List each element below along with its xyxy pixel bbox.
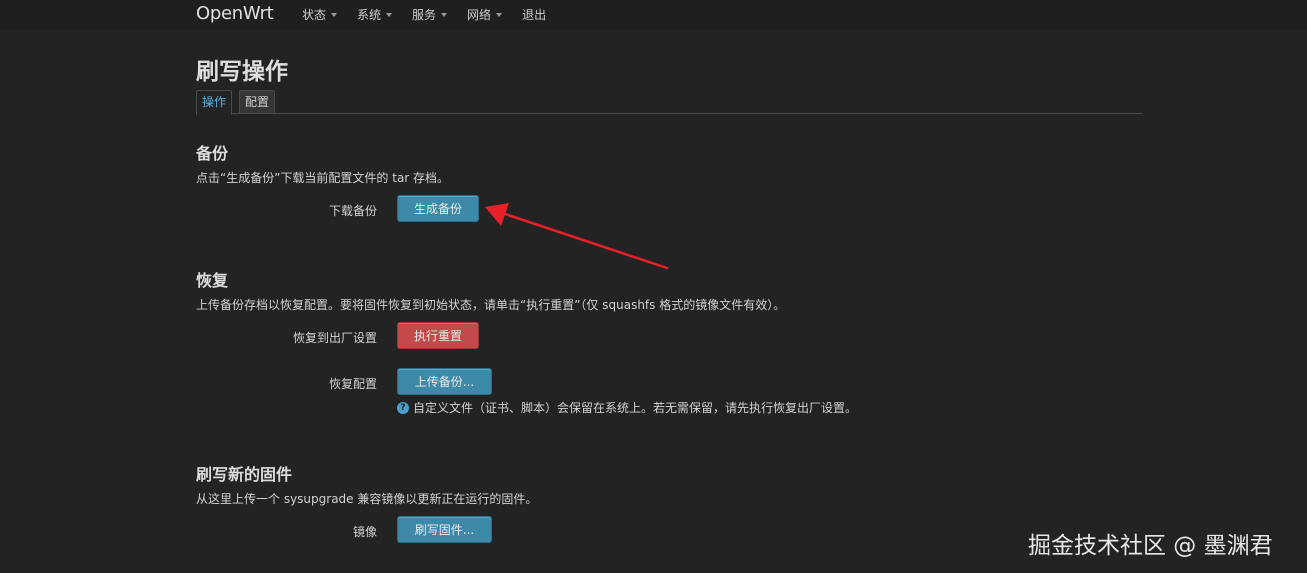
nav-item-label: 状态 bbox=[302, 8, 327, 22]
generate-backup-button[interactable]: 生成备份 bbox=[397, 195, 479, 222]
backup-description: 点击“生成备份”下载当前配置文件的 tar 存档。 bbox=[196, 171, 450, 185]
nav-item-label: 退出 bbox=[522, 8, 547, 22]
download-backup-label: 下载备份 bbox=[328, 204, 377, 218]
tab-actions[interactable]: 操作 bbox=[196, 90, 233, 115]
nav-item-label: 系统 bbox=[357, 8, 382, 22]
restore-description: 上传备份存档以恢复配置。要将固件恢复到初始状态，请单击“执行重置”（仅 squa… bbox=[196, 298, 786, 312]
main-nav: 状态 系统 服务 网络 退出 bbox=[302, 6, 566, 23]
restore-section-title: 恢复 bbox=[196, 271, 229, 290]
nav-item-label: 网络 bbox=[467, 8, 492, 22]
tab-bar: 操作 配置 bbox=[196, 90, 1142, 115]
backup-section-title: 备份 bbox=[196, 144, 229, 163]
image-label: 镜像 bbox=[352, 525, 377, 539]
restore-hint-text: 自定义文件（证书、脚本）会保留在系统上。若无需保留，请先执行恢复出厂设置。 bbox=[413, 401, 858, 415]
nav-item-logout[interactable]: 退出 bbox=[522, 6, 546, 23]
nav-item-label: 服务 bbox=[412, 8, 437, 22]
flash-section-title: 刷写新的固件 bbox=[196, 465, 293, 484]
caret-down-icon bbox=[386, 12, 393, 17]
nav-item-status[interactable]: 状态 bbox=[302, 6, 338, 23]
watermark-text: 掘金技术社区 @ 墨渊君 bbox=[1028, 533, 1273, 559]
help-icon: ? bbox=[397, 401, 409, 414]
upload-backup-button[interactable]: 上传备份... bbox=[397, 368, 492, 395]
caret-down-icon bbox=[441, 12, 448, 17]
nav-item-system[interactable]: 系统 bbox=[357, 6, 393, 23]
caret-down-icon bbox=[496, 12, 503, 17]
nav-item-services[interactable]: 服务 bbox=[412, 6, 448, 23]
restore-hint: ? 自定义文件（证书、脚本）会保留在系统上。若无需保留，请先执行恢复出厂设置。 bbox=[397, 399, 857, 416]
tab-configuration[interactable]: 配置 bbox=[239, 90, 276, 113]
perform-reset-button[interactable]: 执行重置 bbox=[397, 322, 479, 349]
restore-config-label: 恢复配置 bbox=[328, 377, 377, 391]
caret-down-icon bbox=[331, 12, 338, 17]
flash-firmware-button[interactable]: 刷写固件... bbox=[397, 516, 492, 543]
flash-description: 从这里上传一个 sysupgrade 兼容镜像以更新正在运行的固件。 bbox=[196, 492, 538, 506]
page-title: 刷写操作 bbox=[196, 59, 288, 85]
brand-logo[interactable]: OpenWrt bbox=[196, 3, 274, 24]
nav-item-network[interactable]: 网络 bbox=[467, 6, 503, 23]
factory-reset-label: 恢复到出厂设置 bbox=[292, 331, 377, 345]
top-navbar: OpenWrt 状态 系统 服务 网络 退出 bbox=[0, 0, 1307, 30]
